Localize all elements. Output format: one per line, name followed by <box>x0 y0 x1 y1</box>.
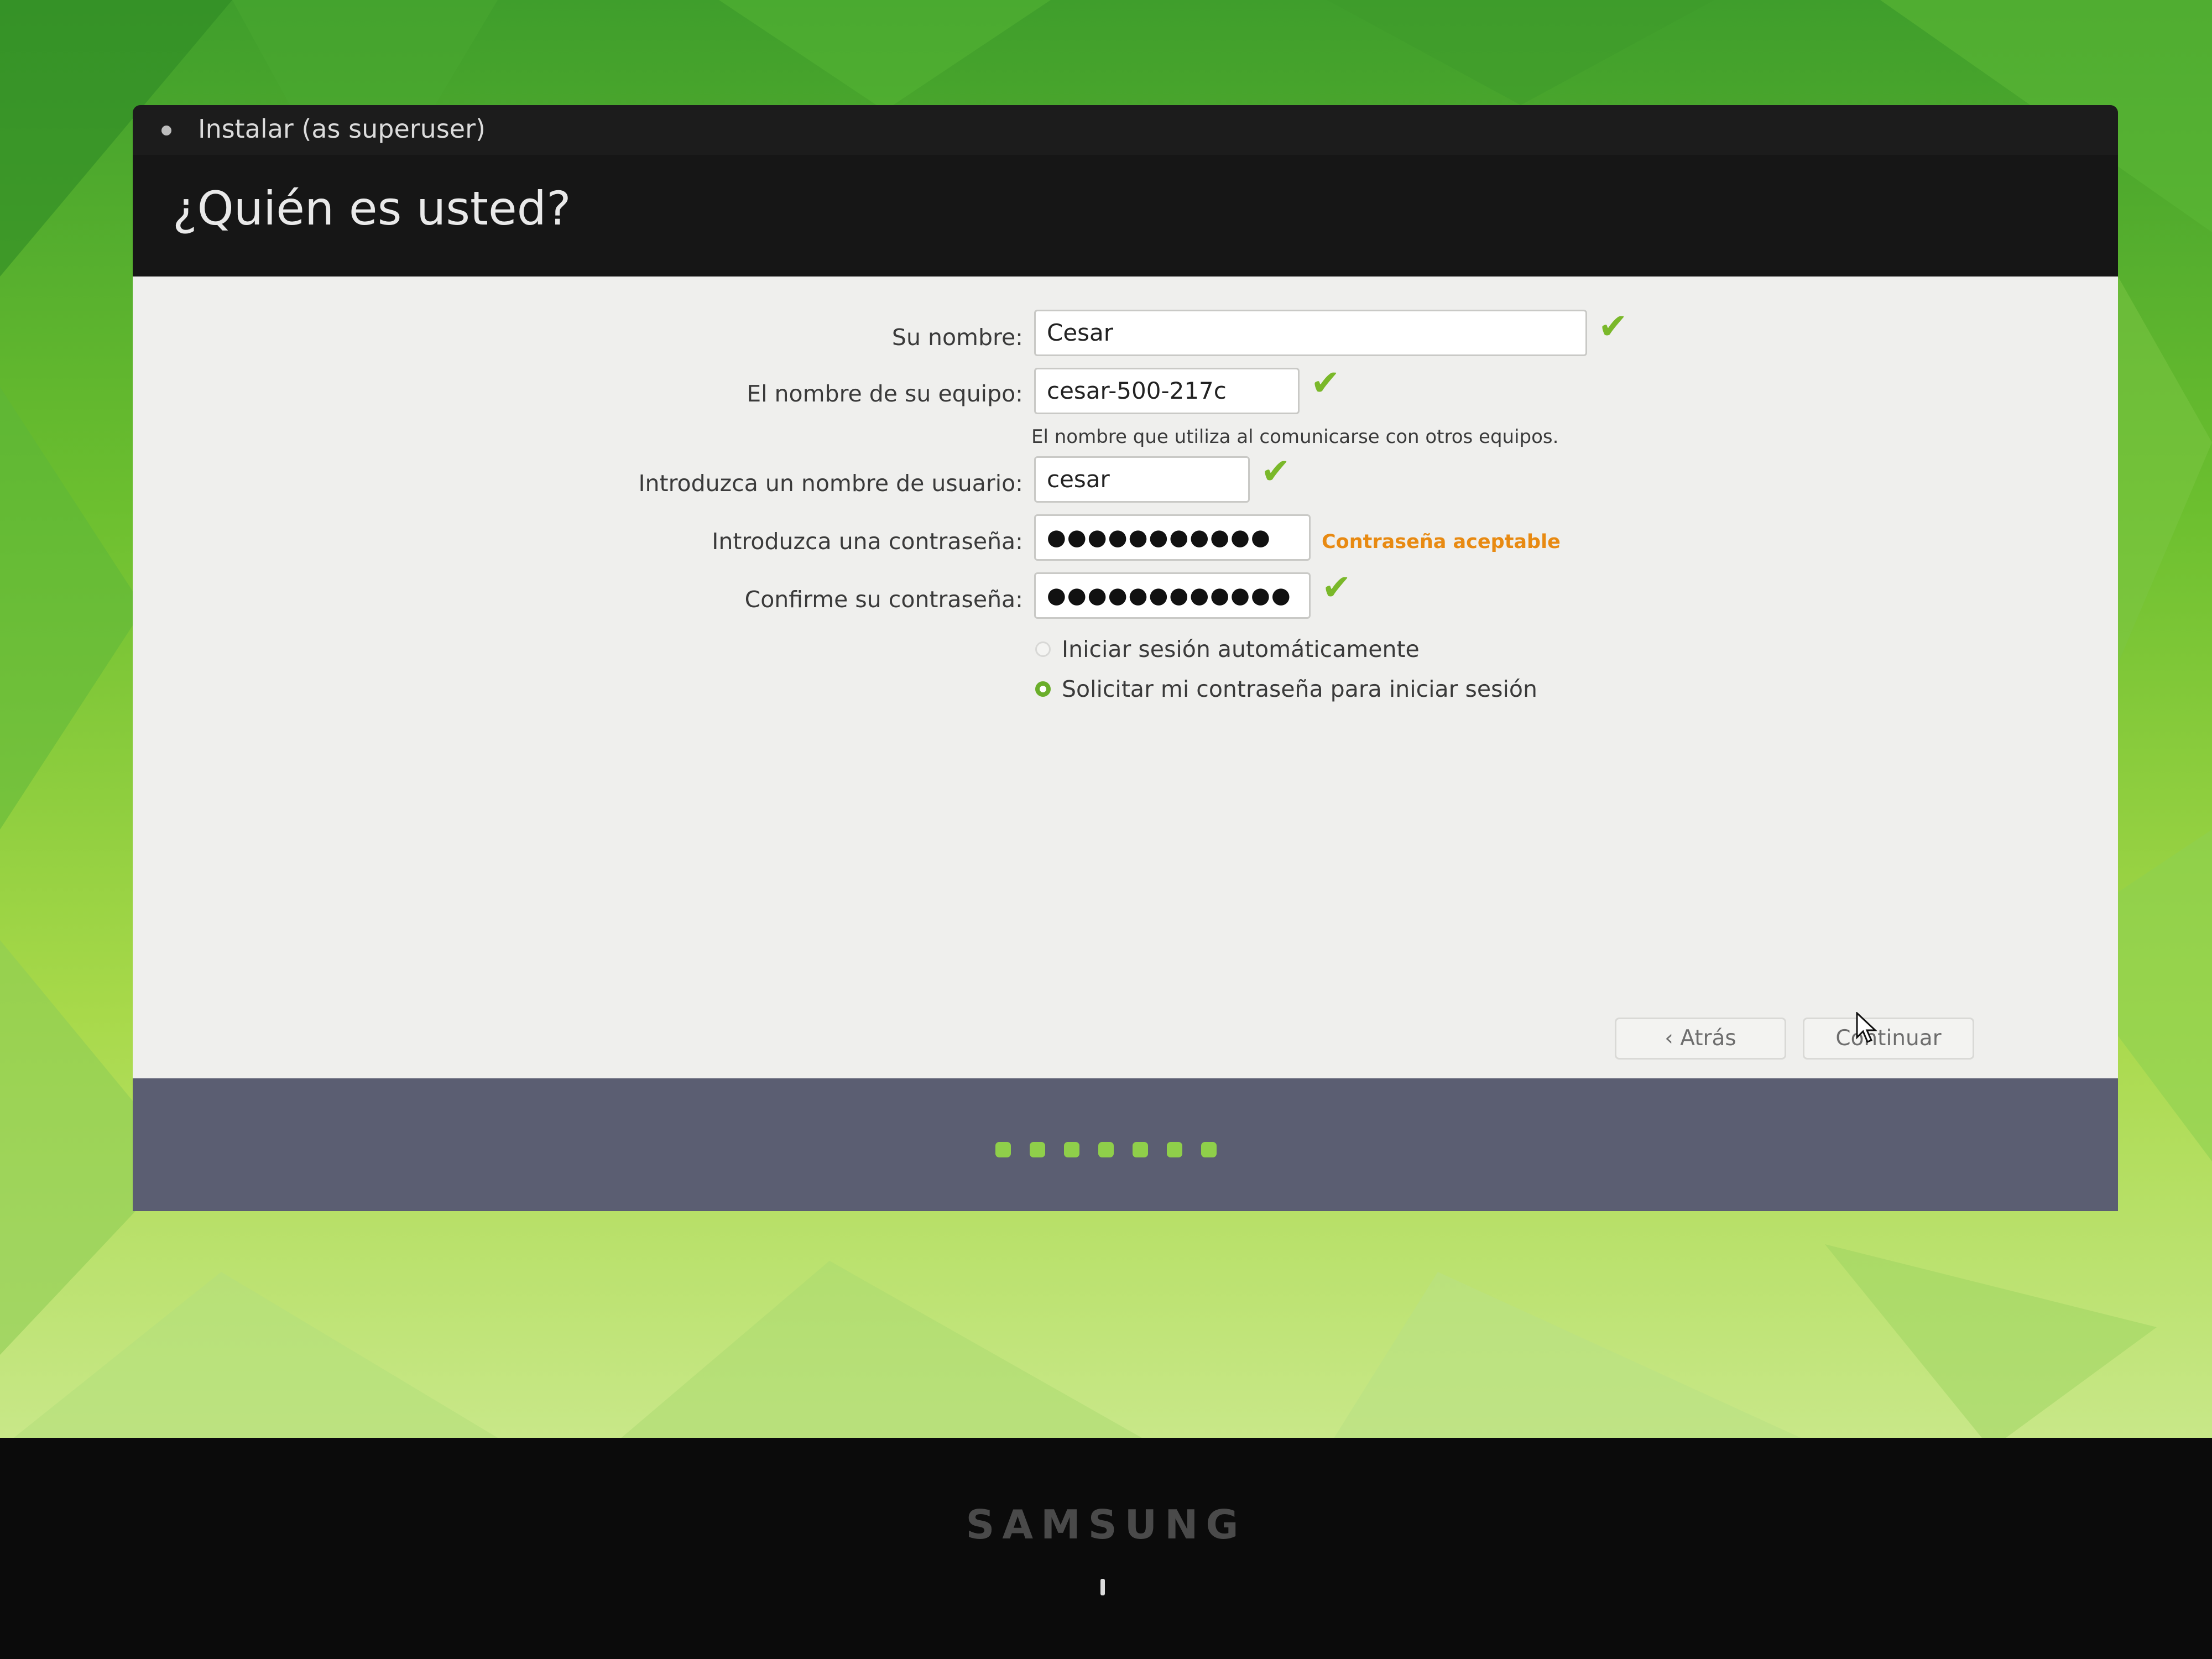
progress-step-dot <box>1030 1142 1045 1157</box>
password-field[interactable]: ●●●●●●●●●●● <box>1034 514 1311 561</box>
confirm-password-field[interactable]: ●●●●●●●●●●●● <box>1034 572 1311 619</box>
monitor-bezel <box>0 1438 2212 1659</box>
window-close-dot-icon[interactable] <box>161 126 171 135</box>
progress-step-dot <box>1064 1142 1079 1157</box>
confirm-password-valid-check-icon: ✔ <box>1322 567 1352 608</box>
window-titlebar: Instalar (as superuser) <box>133 105 2118 155</box>
computer-name-label: El nombre de su equipo: <box>747 380 1023 407</box>
progress-step-dot <box>1098 1142 1114 1157</box>
progress-step-dot <box>1167 1142 1182 1157</box>
back-button[interactable]: ‹ Atrás <box>1615 1018 1786 1060</box>
username-label: Introduzca un nombre de usuario: <box>638 470 1023 497</box>
require-password-radio[interactable] <box>1035 681 1051 697</box>
name-label: Su nombre: <box>891 324 1023 351</box>
require-password-label[interactable]: Solicitar mi contraseña para iniciar ses… <box>1062 676 1537 702</box>
page-title: ¿Quién es usted? <box>173 181 571 236</box>
computer-name-hint: El nombre que utiliza al comunicarse con… <box>1031 426 1559 448</box>
name-valid-check-icon: ✔ <box>1598 306 1628 347</box>
continue-button[interactable]: Continuar <box>1803 1018 1974 1060</box>
computer-name-field[interactable]: cesar-500-217c <box>1034 368 1300 414</box>
auto-login-label[interactable]: Iniciar sesión automáticamente <box>1062 636 1420 662</box>
username-field[interactable]: cesar <box>1034 456 1250 503</box>
confirm-password-label: Confirme su contraseña: <box>744 586 1023 613</box>
progress-step-dot <box>995 1142 1011 1157</box>
page-header: ¿Quién es usted? <box>133 155 2118 276</box>
password-label: Introduzca una contraseña: <box>712 528 1023 555</box>
continue-button-label: Continuar <box>1835 1026 1942 1051</box>
back-button-label: Atrás <box>1680 1026 1736 1051</box>
user-form: Su nombre: Cesar ✔ El nombre de su equip… <box>133 276 2118 1078</box>
auto-login-radio[interactable] <box>1035 641 1051 657</box>
mouse-pointer-icon <box>1856 1012 1877 1043</box>
password-strength-text: Contraseña aceptable <box>1322 531 1561 553</box>
installer-window: Instalar (as superuser) ¿Quién es usted?… <box>133 105 2118 1211</box>
progress-footer <box>133 1078 2118 1211</box>
username-valid-check-icon: ✔ <box>1261 451 1291 492</box>
monitor-brand-logo: SAMSUNG <box>966 1501 1246 1548</box>
chevron-left-icon: ‹ <box>1665 1026 1681 1051</box>
progress-step-dot <box>1133 1142 1148 1157</box>
power-led-icon <box>1100 1579 1105 1595</box>
progress-step-dot <box>1201 1142 1217 1157</box>
window-title: Instalar (as superuser) <box>198 114 486 144</box>
name-field[interactable]: Cesar <box>1034 310 1587 356</box>
computer-name-valid-check-icon: ✔ <box>1311 363 1340 404</box>
